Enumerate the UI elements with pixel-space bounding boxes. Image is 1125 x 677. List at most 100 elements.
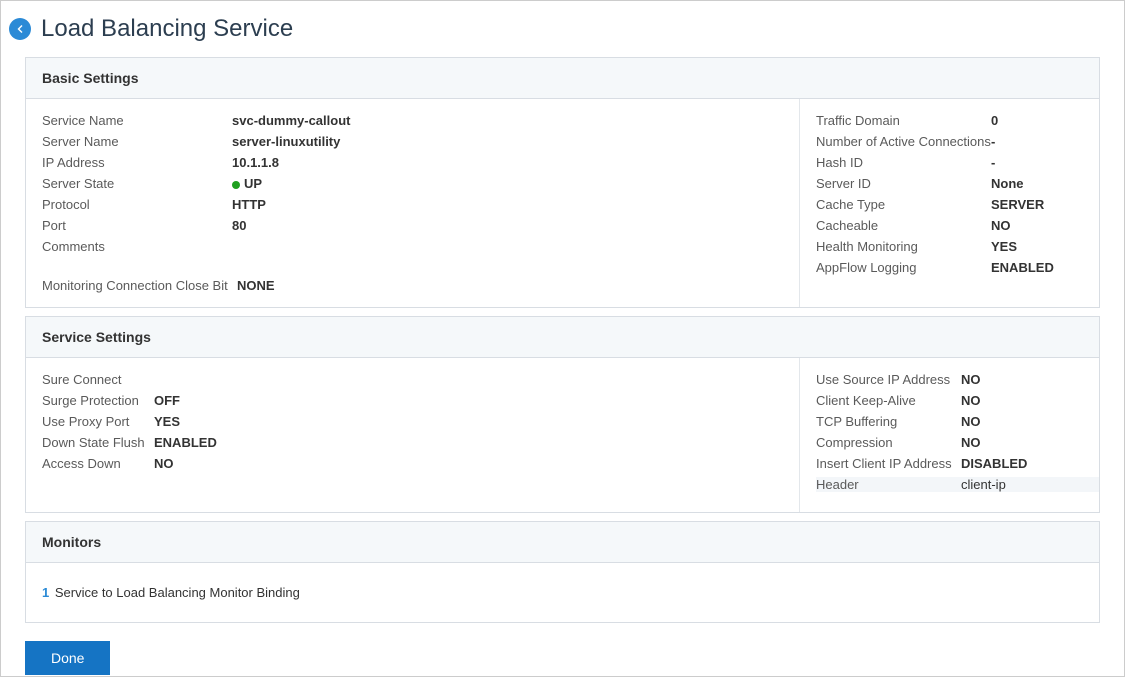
- row-comments: Comments: [42, 239, 783, 254]
- label-service-name: Service Name: [42, 113, 232, 128]
- value-server-state: UP: [232, 176, 262, 191]
- page-header: Load Balancing Service: [1, 1, 1124, 57]
- label-down-state-flush: Down State Flush: [42, 435, 154, 450]
- row-insert-client-ip: Insert Client IP Address DISABLED: [816, 456, 1083, 471]
- value-header-name: client-ip: [961, 477, 1006, 492]
- row-cacheable: Cacheable NO: [816, 218, 1083, 233]
- value-cacheable: NO: [991, 218, 1011, 233]
- monitor-count: 1: [42, 585, 49, 600]
- label-server-id: Server ID: [816, 176, 991, 191]
- service-settings-left: Sure Connect Surge Protection OFF Use Pr…: [26, 358, 799, 512]
- monitor-binding-text: Service to Load Balancing Monitor Bindin…: [55, 585, 300, 600]
- value-tcp-buffering: NO: [961, 414, 981, 429]
- row-traffic-domain: Traffic Domain 0: [816, 113, 1083, 128]
- label-tcp-buffering: TCP Buffering: [816, 414, 961, 429]
- service-settings-right: Use Source IP Address NO Client Keep-Ali…: [799, 358, 1099, 512]
- status-up-icon: [232, 181, 240, 189]
- monitors-body[interactable]: 1 Service to Load Balancing Monitor Bind…: [26, 563, 1099, 622]
- row-sure-connect: Sure Connect: [42, 372, 783, 387]
- value-traffic-domain: 0: [991, 113, 998, 128]
- label-active-connections: Number of Active Connections: [816, 134, 991, 149]
- label-port: Port: [42, 218, 232, 233]
- row-server-state: Server State UP: [42, 176, 783, 191]
- value-appflow-logging: ENABLED: [991, 260, 1054, 275]
- row-ip-address: IP Address 10.1.1.8: [42, 155, 783, 170]
- value-cache-type: SERVER: [991, 197, 1044, 212]
- basic-settings-panel: Basic Settings Service Name svc-dummy-ca…: [25, 57, 1100, 308]
- label-health-monitoring: Health Monitoring: [816, 239, 991, 254]
- label-comments: Comments: [42, 239, 232, 254]
- row-tcp-buffering: TCP Buffering NO: [816, 414, 1083, 429]
- row-surge-protection: Surge Protection OFF: [42, 393, 783, 408]
- label-mon-close-bit: Monitoring Connection Close Bit: [42, 278, 237, 293]
- basic-settings-left: Service Name svc-dummy-callout Server Na…: [26, 99, 799, 307]
- value-port: 80: [232, 218, 246, 233]
- server-state-text: UP: [244, 176, 262, 191]
- value-ip-address: 10.1.1.8: [232, 155, 279, 170]
- label-insert-client-ip: Insert Client IP Address: [816, 456, 961, 471]
- value-health-monitoring: YES: [991, 239, 1017, 254]
- label-compression: Compression: [816, 435, 961, 450]
- label-traffic-domain: Traffic Domain: [816, 113, 991, 128]
- row-port: Port 80: [42, 218, 783, 233]
- label-access-down: Access Down: [42, 456, 154, 471]
- row-health-monitoring: Health Monitoring YES: [816, 239, 1083, 254]
- value-mon-close-bit: NONE: [237, 278, 275, 293]
- basic-settings-body: Service Name svc-dummy-callout Server Na…: [26, 99, 1099, 307]
- row-active-connections: Number of Active Connections -: [816, 134, 1083, 149]
- label-sure-connect: Sure Connect: [42, 372, 154, 387]
- row-use-source-ip: Use Source IP Address NO: [816, 372, 1083, 387]
- value-access-down: NO: [154, 456, 174, 471]
- value-surge-protection: OFF: [154, 393, 180, 408]
- done-button[interactable]: Done: [25, 641, 110, 675]
- label-hash-id: Hash ID: [816, 155, 991, 170]
- value-compression: NO: [961, 435, 981, 450]
- row-service-name: Service Name svc-dummy-callout: [42, 113, 783, 128]
- label-appflow-logging: AppFlow Logging: [816, 260, 991, 275]
- label-cache-type: Cache Type: [816, 197, 991, 212]
- value-use-proxy-port: YES: [154, 414, 180, 429]
- row-server-id: Server ID None: [816, 176, 1083, 191]
- row-cache-type: Cache Type SERVER: [816, 197, 1083, 212]
- label-protocol: Protocol: [42, 197, 232, 212]
- row-header-name: Header client-ip: [816, 477, 1099, 492]
- row-hash-id: Hash ID -: [816, 155, 1083, 170]
- label-use-source-ip: Use Source IP Address: [816, 372, 961, 387]
- service-settings-body: Sure Connect Surge Protection OFF Use Pr…: [26, 358, 1099, 512]
- monitors-header: Monitors: [26, 522, 1099, 563]
- value-hash-id: -: [991, 155, 995, 170]
- label-header-name: Header: [816, 477, 961, 492]
- value-service-name: svc-dummy-callout: [232, 113, 350, 128]
- row-use-proxy-port: Use Proxy Port YES: [42, 414, 783, 429]
- label-cacheable: Cacheable: [816, 218, 991, 233]
- row-access-down: Access Down NO: [42, 456, 783, 471]
- value-protocol: HTTP: [232, 197, 266, 212]
- label-ip-address: IP Address: [42, 155, 232, 170]
- row-client-keep-alive: Client Keep-Alive NO: [816, 393, 1083, 408]
- back-icon[interactable]: [9, 18, 31, 40]
- label-surge-protection: Surge Protection: [42, 393, 154, 408]
- value-down-state-flush: ENABLED: [154, 435, 217, 450]
- page-title: Load Balancing Service: [41, 15, 293, 43]
- row-compression: Compression NO: [816, 435, 1083, 450]
- service-settings-panel: Service Settings Sure Connect Surge Prot…: [25, 316, 1100, 513]
- value-active-connections: -: [991, 134, 995, 149]
- row-server-name: Server Name server-linuxutility: [42, 134, 783, 149]
- service-settings-header: Service Settings: [26, 317, 1099, 358]
- label-server-name: Server Name: [42, 134, 232, 149]
- monitors-panel: Monitors 1 Service to Load Balancing Mon…: [25, 521, 1100, 623]
- label-use-proxy-port: Use Proxy Port: [42, 414, 154, 429]
- row-protocol: Protocol HTTP: [42, 197, 783, 212]
- row-down-state-flush: Down State Flush ENABLED: [42, 435, 783, 450]
- page-container: Load Balancing Service Basic Settings Se…: [0, 0, 1125, 677]
- row-appflow-logging: AppFlow Logging ENABLED: [816, 260, 1083, 275]
- label-client-keep-alive: Client Keep-Alive: [816, 393, 961, 408]
- value-server-name: server-linuxutility: [232, 134, 340, 149]
- row-mon-close-bit: Monitoring Connection Close Bit NONE: [42, 278, 783, 293]
- value-server-id: None: [991, 176, 1024, 191]
- basic-settings-right: Traffic Domain 0 Number of Active Connec…: [799, 99, 1099, 307]
- value-client-keep-alive: NO: [961, 393, 981, 408]
- value-use-source-ip: NO: [961, 372, 981, 387]
- label-server-state: Server State: [42, 176, 232, 191]
- value-insert-client-ip: DISABLED: [961, 456, 1027, 471]
